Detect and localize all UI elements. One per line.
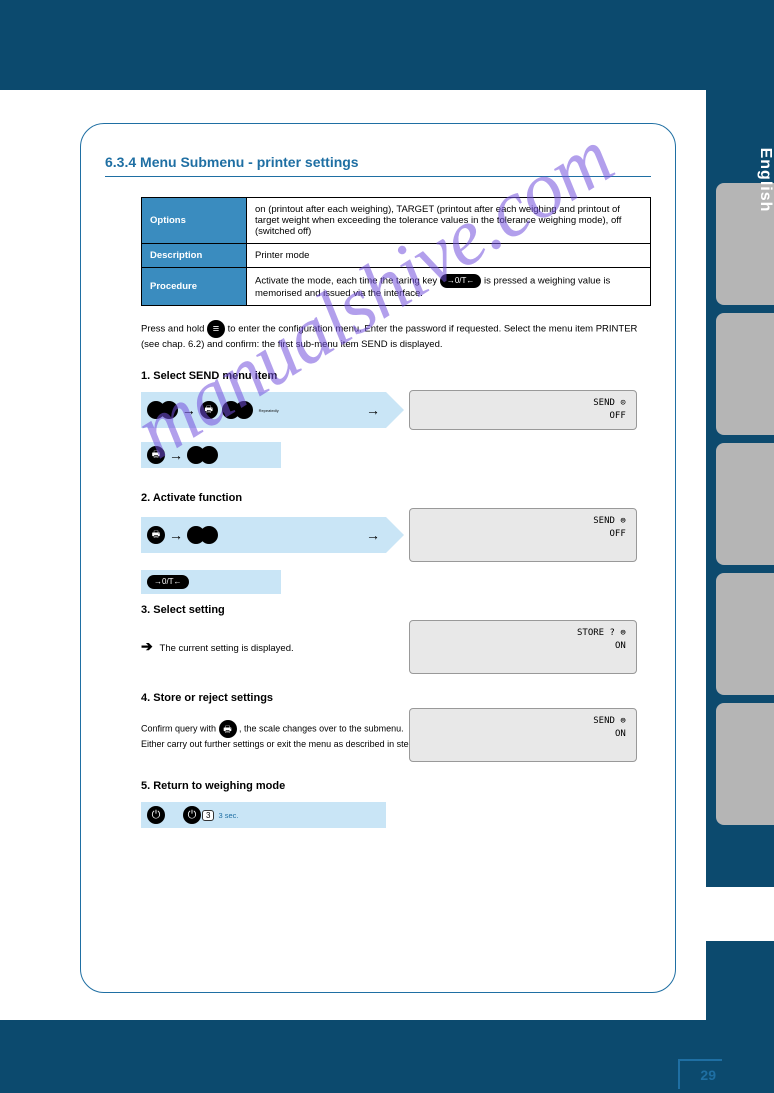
print-icon xyxy=(147,526,165,544)
flow-step: 3 3 sec. xyxy=(141,802,386,828)
display-panel: SEND ⊜ OFF xyxy=(409,508,637,562)
tab[interactable] xyxy=(716,573,774,695)
tare-key-icon: →0/T← xyxy=(440,274,482,288)
arrow-icon: → xyxy=(366,527,380,543)
menu-note: Press and hold to enter the configuratio… xyxy=(141,320,651,352)
menu-icon xyxy=(160,401,178,419)
step-title: 1. Select SEND menu item xyxy=(141,370,651,382)
side-language-label: English xyxy=(756,0,774,430)
row-label: Procedure xyxy=(142,268,247,306)
step-title: 2. Activate function xyxy=(141,492,651,504)
duration-label: 3 sec. xyxy=(218,811,238,820)
settings-table: Options on (printout after each weighing… xyxy=(141,197,651,306)
print-icon xyxy=(219,720,237,738)
flow-step: → xyxy=(141,442,281,468)
flow-label: Repeatedly xyxy=(259,408,279,413)
row-value: Activate the mode, each time the taring … xyxy=(247,268,651,306)
menu-icon xyxy=(200,446,218,464)
flow-text xyxy=(147,401,178,419)
row-label: Options xyxy=(142,198,247,244)
active-tab-indicator xyxy=(706,887,774,941)
step-title: 5. Return to weighing mode xyxy=(141,780,651,792)
arrow-icon: → xyxy=(182,402,196,418)
row-value: Printer mode xyxy=(247,244,651,268)
hold-indicator: 3 xyxy=(202,810,214,821)
step-title: 4. Store or reject settings xyxy=(141,692,651,704)
menu-icon xyxy=(235,401,253,419)
flow-step: →0/T← xyxy=(141,570,281,594)
row-value: on (printout after each weighing), TARGE… xyxy=(247,198,651,244)
power-icon xyxy=(147,806,165,824)
section-title: 6.3.4 Menu Submenu - printer settings xyxy=(105,154,651,177)
display-panel: SEND ⊜ ON xyxy=(409,708,637,762)
arrow-icon: → xyxy=(169,447,183,463)
arrow-icon: → xyxy=(366,402,380,418)
display-panel: SEND ⊙ OFF xyxy=(409,390,637,430)
display-panel: STORE ? ⊜ ON xyxy=(409,620,637,674)
step-note: Confirm query with , the scale changes o… xyxy=(141,720,386,751)
arrow-icon: → xyxy=(169,527,183,543)
flow-step: → → xyxy=(141,517,386,553)
power-icon xyxy=(183,806,201,824)
tare-key-icon: →0/T← xyxy=(147,575,189,589)
print-icon xyxy=(147,446,165,464)
step-note: ➔ The current setting is displayed. xyxy=(141,638,386,656)
menu-icon xyxy=(207,320,225,338)
tab[interactable] xyxy=(716,703,774,825)
step-title: 3. Select setting xyxy=(141,604,651,616)
menu-icon xyxy=(200,526,218,544)
content-frame: 6.3.4 Menu Submenu - printer settings Op… xyxy=(80,123,676,993)
flow-step: → Repeatedly → xyxy=(141,392,386,428)
tab[interactable] xyxy=(716,443,774,565)
page-number: 29 xyxy=(678,1059,722,1089)
row-label: Description xyxy=(142,244,247,268)
arrow-icon: ➔ xyxy=(141,638,153,654)
print-icon xyxy=(200,401,218,419)
